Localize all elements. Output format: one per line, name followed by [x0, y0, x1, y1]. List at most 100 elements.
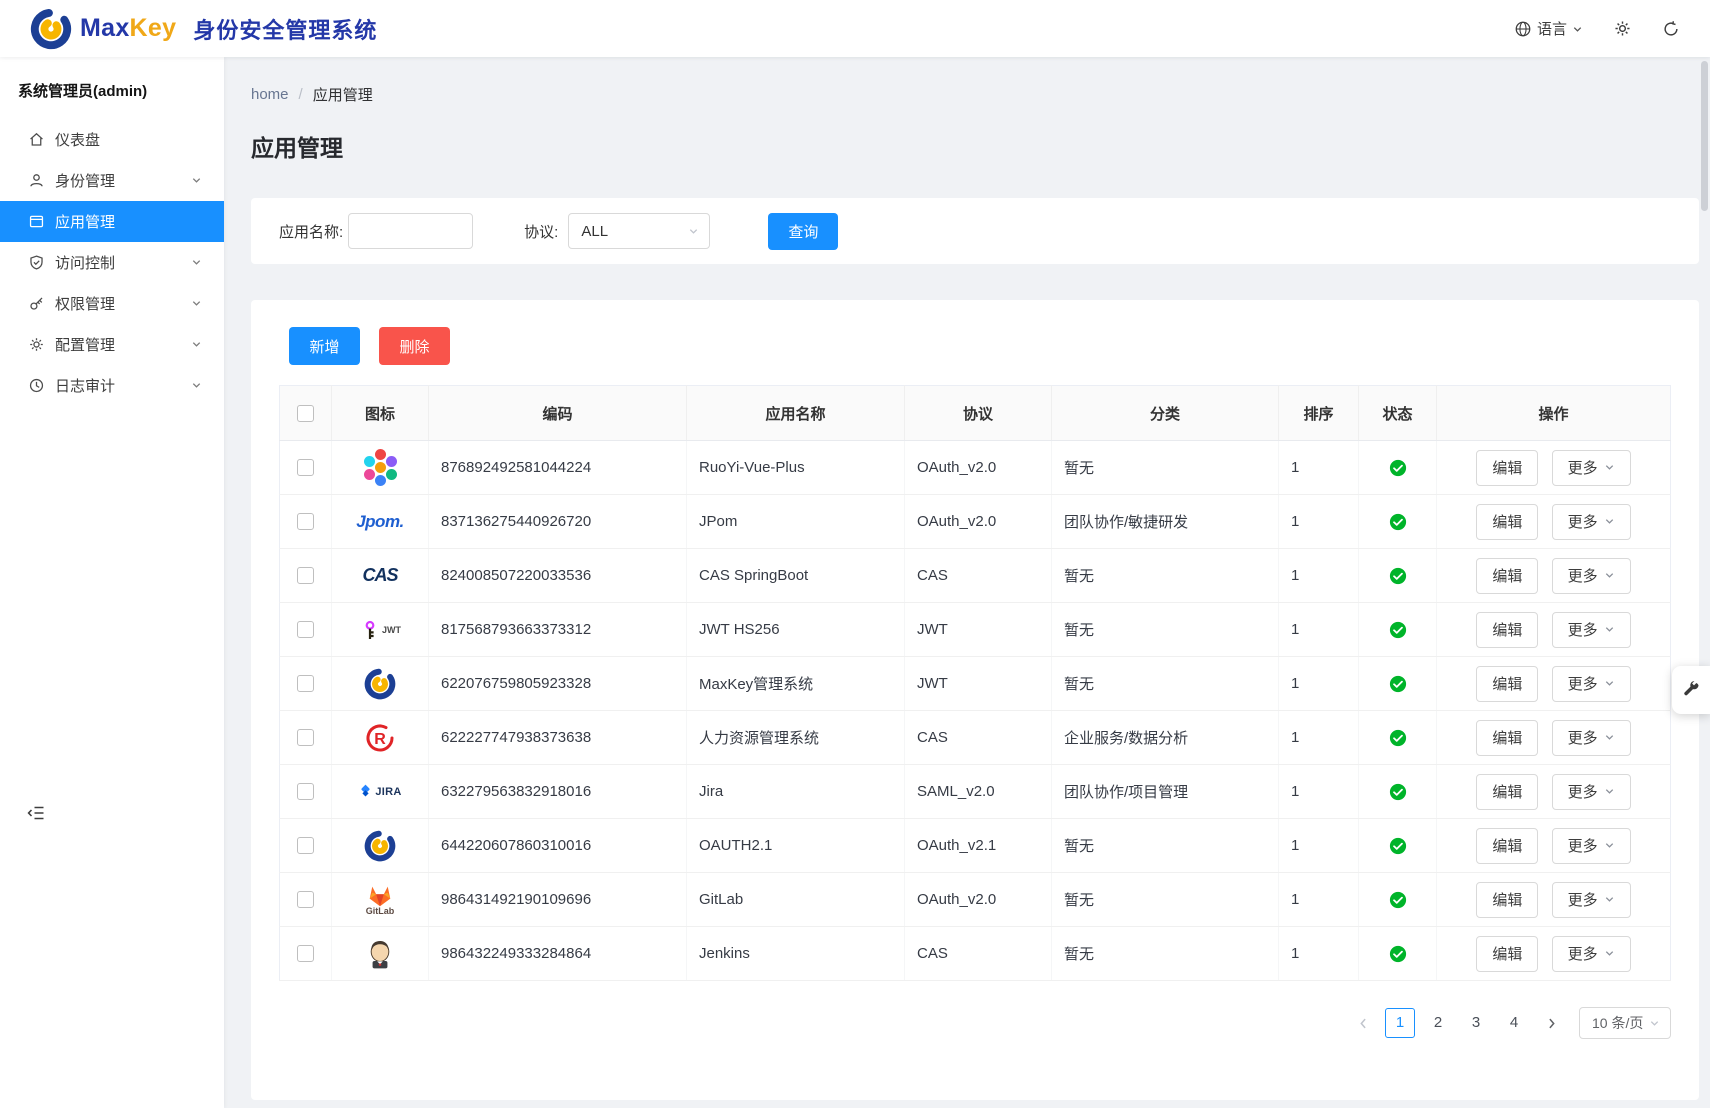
- app-code: 644220607860310016: [429, 819, 687, 873]
- sidebar-collapse-button[interactable]: [26, 803, 46, 823]
- sidebar-item-audit[interactable]: 日志审计: [0, 365, 224, 406]
- sidebar-item-label: 权限管理: [55, 293, 115, 314]
- more-button[interactable]: 更多: [1552, 558, 1631, 594]
- protocol-select[interactable]: ALL: [568, 213, 710, 249]
- row-checkbox[interactable]: [297, 459, 314, 476]
- sidebar-item-access[interactable]: 访问控制: [0, 242, 224, 283]
- globe-icon: [1514, 20, 1532, 38]
- language-selector[interactable]: 语言: [1514, 18, 1583, 39]
- chevron-down-icon: [191, 298, 202, 309]
- app-name: 人力资源管理系统: [687, 711, 905, 765]
- edit-button[interactable]: 编辑: [1476, 612, 1538, 648]
- select-all-checkbox[interactable]: [297, 405, 314, 422]
- app-code: 622227747938373638: [429, 711, 687, 765]
- page-size-select[interactable]: 10 条/页: [1579, 1007, 1671, 1039]
- row-checkbox[interactable]: [297, 567, 314, 584]
- app-sort: 1: [1279, 603, 1359, 657]
- app-sort: 1: [1279, 927, 1359, 981]
- more-button[interactable]: 更多: [1552, 450, 1631, 486]
- page-2-button[interactable]: 2: [1423, 1008, 1453, 1038]
- row-checkbox[interactable]: [297, 783, 314, 800]
- main-content: home / 应用管理 应用管理 应用名称: 协议: ALL 查询 新增 删除: [224, 57, 1710, 1108]
- more-button[interactable]: 更多: [1552, 666, 1631, 702]
- breadcrumb: home / 应用管理: [251, 84, 1699, 105]
- search-button[interactable]: 查询: [768, 213, 838, 250]
- breadcrumb-current: 应用管理: [313, 84, 373, 105]
- status-enabled-icon: [1389, 459, 1407, 477]
- chevron-down-icon: [688, 226, 699, 237]
- maxkey-logo-icon: [30, 8, 72, 50]
- apps-icon: [28, 213, 45, 230]
- app-protocol: OAuth_v2.0: [905, 441, 1052, 495]
- app-category: 暂无: [1052, 873, 1279, 927]
- edit-button[interactable]: 编辑: [1476, 558, 1538, 594]
- app-category: 企业服务/数据分析: [1052, 711, 1279, 765]
- sidebar-menu: 仪表盘身份管理应用管理访问控制权限管理配置管理日志审计: [0, 119, 224, 406]
- table-row: GitLab 986431492190109696 GitLab OAuth_v…: [280, 873, 1671, 927]
- logout-icon[interactable]: [1662, 20, 1680, 38]
- toolbar: 新增 删除: [279, 327, 1671, 365]
- svg-text:R: R: [374, 731, 386, 748]
- edit-button[interactable]: 编辑: [1476, 936, 1538, 972]
- app-sort: 1: [1279, 495, 1359, 549]
- app-code: 986432249333284864: [429, 927, 687, 981]
- column-header-protocol: 协议: [905, 386, 1052, 441]
- page-4-button[interactable]: 4: [1499, 1008, 1529, 1038]
- sidebar-item-dashboard[interactable]: 仪表盘: [0, 119, 224, 160]
- column-header-code: 编码: [429, 386, 687, 441]
- add-button[interactable]: 新增: [289, 327, 360, 365]
- sidebar-item-identity[interactable]: 身份管理: [0, 160, 224, 201]
- more-button[interactable]: 更多: [1552, 720, 1631, 756]
- edit-button[interactable]: 编辑: [1476, 882, 1538, 918]
- more-button[interactable]: 更多: [1552, 774, 1631, 810]
- chevron-down-icon: [1604, 894, 1615, 905]
- edit-button[interactable]: 编辑: [1476, 828, 1538, 864]
- table-row: CAS 824008507220033536 CAS SpringBoot CA…: [280, 549, 1671, 603]
- prev-page-button[interactable]: [1349, 1008, 1377, 1038]
- app-category: 暂无: [1052, 549, 1279, 603]
- ruoyi-app-icon: [357, 445, 403, 491]
- page-1-button[interactable]: 1: [1385, 1008, 1415, 1038]
- status-enabled-icon: [1389, 783, 1407, 801]
- edit-button[interactable]: 编辑: [1476, 450, 1538, 486]
- app-name-input[interactable]: [348, 213, 473, 249]
- app-name: GitLab: [687, 873, 905, 927]
- row-checkbox[interactable]: [297, 675, 314, 692]
- app-category: 暂无: [1052, 819, 1279, 873]
- row-checkbox[interactable]: [297, 729, 314, 746]
- page-number-list: 1234: [1385, 1008, 1529, 1038]
- row-checkbox[interactable]: [297, 513, 314, 530]
- chevron-down-icon: [1604, 624, 1615, 635]
- theme-settings-button[interactable]: [1672, 666, 1710, 714]
- sidebar-item-config[interactable]: 配置管理: [0, 324, 224, 365]
- more-button[interactable]: 更多: [1552, 828, 1631, 864]
- next-page-button[interactable]: [1537, 1008, 1565, 1038]
- breadcrumb-home-link[interactable]: home: [251, 86, 289, 103]
- row-checkbox[interactable]: [297, 891, 314, 908]
- edit-button[interactable]: 编辑: [1476, 774, 1538, 810]
- more-button[interactable]: 更多: [1552, 936, 1631, 972]
- row-checkbox[interactable]: [297, 621, 314, 638]
- settings-gear-icon[interactable]: [1613, 19, 1632, 38]
- app-protocol: OAuth_v2.0: [905, 873, 1052, 927]
- app-name: Jira: [687, 765, 905, 819]
- app-protocol: JWT: [905, 603, 1052, 657]
- sidebar-item-permission[interactable]: 权限管理: [0, 283, 224, 324]
- brand-name: MaxKey: [80, 14, 176, 43]
- edit-button[interactable]: 编辑: [1476, 504, 1538, 540]
- edit-button[interactable]: 编辑: [1476, 720, 1538, 756]
- table-row: 876892492581044224 RuoYi-Vue-Plus OAuth_…: [280, 441, 1671, 495]
- page-title: 应用管理: [251, 133, 1699, 164]
- sidebar-item-apps[interactable]: 应用管理: [0, 201, 224, 242]
- app-category: 暂无: [1052, 927, 1279, 981]
- more-button[interactable]: 更多: [1552, 882, 1631, 918]
- scrollbar-thumb[interactable]: [1701, 61, 1708, 211]
- delete-button[interactable]: 删除: [379, 327, 450, 365]
- page-3-button[interactable]: 3: [1461, 1008, 1491, 1038]
- chevron-down-icon: [1604, 678, 1615, 689]
- more-button[interactable]: 更多: [1552, 504, 1631, 540]
- row-checkbox[interactable]: [297, 837, 314, 854]
- more-button[interactable]: 更多: [1552, 612, 1631, 648]
- row-checkbox[interactable]: [297, 945, 314, 962]
- edit-button[interactable]: 编辑: [1476, 666, 1538, 702]
